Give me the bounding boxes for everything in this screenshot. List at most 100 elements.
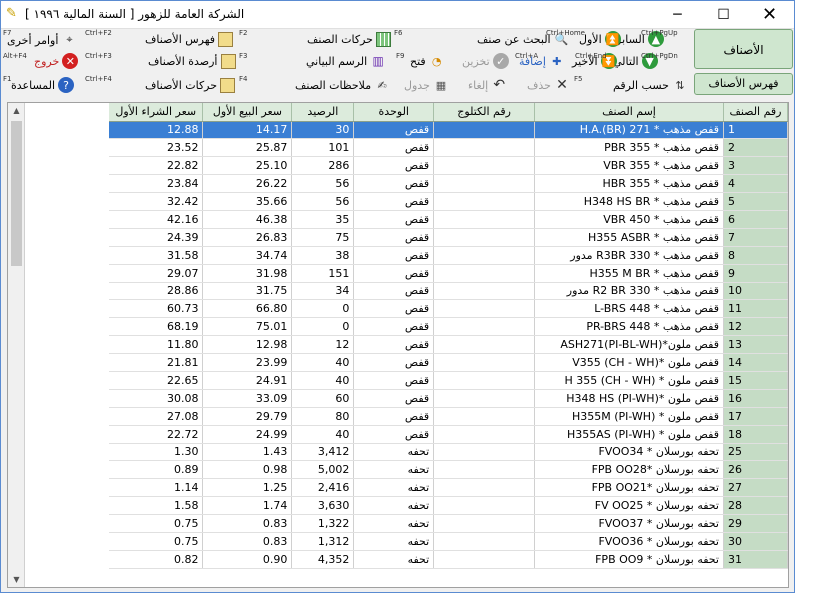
cell-unit[interactable]: تحفه [353,496,435,516]
catalog-button[interactable]: فهرس الأصناف [145,29,234,49]
cell-item-name[interactable]: تحفه بورسلان * FVOO37 [534,514,724,533]
table-row[interactable]: 60.73 66.80 0 قفص قفص مذهب * L-BRS 448 11 [109,299,789,319]
cell-purchase-price[interactable]: 22.82 [109,156,204,176]
cell-item-no[interactable]: 27 [723,478,789,498]
cell-sale-price[interactable]: 26.83 [202,228,293,247]
cell-item-name[interactable]: تحفه بورسلان * FPB OO9 [534,550,724,569]
cell-balance[interactable]: 80 [291,407,355,426]
cell-balance[interactable]: 75 [291,228,355,247]
cell-unit[interactable]: قفص [353,174,435,194]
cell-item-no[interactable]: 12 [723,317,789,337]
cell-purchase-price[interactable]: 27.08 [109,407,204,426]
cell-item-name[interactable]: تحفه بورسلان * FV OO25 [534,496,724,516]
table-row[interactable]: 28.86 31.75 34 قفص قفص مذهب * R2 BR 330 مدور… [109,282,789,301]
cell-unit[interactable]: قفص [353,335,435,355]
cell-purchase-price[interactable]: 1.58 [109,496,204,516]
cell-balance[interactable]: 151 [291,264,355,283]
cell-item-name[interactable]: قفص مذهب * H.A.(BR) 271 [534,121,724,140]
cell-sale-price[interactable]: 12.98 [202,335,293,355]
table-row[interactable]: 68.19 75.01 0 قفص قفص مذهب * PR-BRS 448 12 [109,317,789,337]
scroll-down-icon[interactable]: ▼ [8,572,25,587]
cell-purchase-price[interactable]: 32.42 [109,192,204,211]
cell-item-no[interactable]: 15 [723,371,789,390]
cell-sale-price[interactable]: 46.38 [202,210,293,229]
cell-balance[interactable]: 101 [291,138,355,158]
cell-purchase-price[interactable]: 28.86 [109,282,204,301]
undo-button[interactable]: إلغاء ↶ [468,75,507,95]
cell-sale-price[interactable]: 0.90 [202,550,293,569]
cell-sale-price[interactable]: 31.75 [202,282,293,301]
cell-unit[interactable]: قفص [353,299,435,319]
cell-catalog-no[interactable] [433,174,536,194]
cell-sale-price[interactable]: 35.66 [202,192,293,211]
cell-unit[interactable]: قفص [353,389,435,408]
cell-purchase-price[interactable]: 23.84 [109,174,204,194]
table-button[interactable]: جدول ▦ [404,75,449,95]
cell-purchase-price[interactable]: 68.19 [109,317,204,337]
table-row[interactable]: 32.42 35.66 56 قفص قفص مذهب * H348 HS BR 5 [109,192,789,211]
scroll-thumb[interactable] [11,121,22,266]
cell-unit[interactable]: قفص [353,156,435,176]
cell-balance[interactable]: 30 [291,121,355,140]
cell-item-name[interactable]: قفص مذهب * R2 BR 330 مدور [534,282,724,301]
table-row[interactable]: 30.08 33.09 60 قفص قفص ملون *(PI-WH) H348 HS… [109,389,789,408]
cell-unit[interactable]: قفص [353,121,435,140]
cell-item-no[interactable]: 9 [723,264,789,283]
cell-item-name[interactable]: قفص مذهب * R3BR 330 مدور [534,246,724,265]
cell-item-name[interactable]: تحفه بورسلان * FVOO34 [534,443,724,462]
cell-catalog-no[interactable] [433,353,536,372]
by-number-button[interactable]: حسب الرقم ⇅ [613,75,688,95]
vertical-scrollbar[interactable]: ▲ ▼ [8,103,25,587]
cell-item-no[interactable]: 10 [723,282,789,301]
cell-purchase-price[interactable]: 29.07 [109,264,204,283]
cell-balance[interactable]: 286 [291,156,355,176]
cell-unit[interactable]: تحفه [353,514,435,533]
cell-item-no[interactable]: 13 [723,335,789,355]
cell-unit[interactable]: قفص [353,246,435,265]
cell-purchase-price[interactable]: 21.81 [109,353,204,372]
cell-item-no[interactable]: 6 [723,210,789,229]
cell-balance[interactable]: 0 [291,317,355,337]
cell-sale-price[interactable]: 0.83 [202,514,293,533]
cell-catalog-no[interactable] [433,121,536,140]
cell-item-no[interactable]: 26 [723,460,789,480]
cell-sale-price[interactable]: 66.80 [202,299,293,319]
cell-item-name[interactable]: تحفه بورسلان * FVOO36 [534,532,724,551]
cell-item-no[interactable]: 14 [723,353,789,372]
cell-purchase-price[interactable]: 12.88 [109,121,204,140]
cell-item-name[interactable]: قفص مذهب * HBR 355 [534,174,724,194]
table-row[interactable]: 22.65 24.91 40 قفص قفص ملون * (CH - WH) H 35… [109,371,789,390]
cell-catalog-no[interactable] [433,335,536,355]
cell-item-name[interactable]: قفص مذهب * H348 HS BR [534,192,724,211]
cell-sale-price[interactable]: 34.74 [202,246,293,265]
item-movements-button[interactable]: حركات الصنف [307,29,391,49]
notes-button[interactable]: ملاحظات الصنف ✍ [295,75,390,95]
cell-purchase-price[interactable]: 11.80 [109,335,204,355]
cell-catalog-no[interactable] [433,407,536,426]
table-row[interactable]: 1.14 1.25 2,416 تحفه تحفه بورسلان *FPB OO21 2… [109,478,789,498]
cell-catalog-no[interactable] [433,299,536,319]
cell-item-no[interactable]: 25 [723,443,789,462]
table-row[interactable]: 27.08 29.79 80 قفص قفص ملون * (PI-WH) H355M 1… [109,407,789,426]
cell-purchase-price[interactable]: 0.75 [109,514,204,533]
cell-catalog-no[interactable] [433,496,536,516]
cell-sale-price[interactable]: 0.98 [202,460,293,480]
cell-unit[interactable]: قفص [353,210,435,229]
table-row[interactable]: 22.82 25.10 286 قفص قفص مذهب * VBR 355 3 [109,156,789,176]
cell-balance[interactable]: 5,002 [291,460,355,480]
cell-item-no[interactable]: 5 [723,192,789,211]
maximize-button[interactable]: ☐ [701,1,746,29]
table-row[interactable]: 24.39 26.83 75 قفص قفص مذهب * H355 ASBR 7 [109,228,789,247]
cell-unit[interactable]: قفص [353,282,435,301]
cell-catalog-no[interactable] [433,478,536,498]
cell-catalog-no[interactable] [433,156,536,176]
cell-purchase-price[interactable]: 60.73 [109,299,204,319]
cell-balance[interactable]: 4,352 [291,550,355,569]
cell-balance[interactable]: 56 [291,192,355,211]
cell-catalog-no[interactable] [433,460,536,480]
cell-item-no[interactable]: 1 [723,121,789,140]
cell-catalog-no[interactable] [433,389,536,408]
cell-catalog-no[interactable] [433,210,536,229]
col-header-purchase-price[interactable]: سعر الشراء الأول [109,103,204,122]
cell-balance[interactable]: 40 [291,425,355,444]
